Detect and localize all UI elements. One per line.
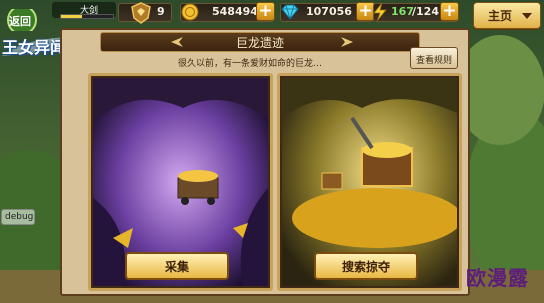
gather-label: 采集	[164, 260, 189, 274]
player-level: 9	[157, 5, 165, 18]
debug-button[interactable]: debug	[1, 209, 35, 225]
stamina-current: 167	[391, 5, 414, 18]
title-ornament-left-icon	[171, 37, 183, 47]
add-stamina-button[interactable]: +	[440, 2, 459, 21]
gather-card[interactable]: 采集	[88, 73, 273, 291]
search-plunder-button[interactable]: 搜索掠夺	[314, 252, 418, 280]
main-menu-button[interactable]: 主页	[473, 2, 541, 29]
title-ornament-right-icon	[341, 37, 353, 47]
view-rules-label: 查看规则	[416, 56, 453, 66]
watermark: 欧漫露	[466, 266, 529, 290]
panel-subtitle: 很久以前，有一条爱财如命的巨龙…	[178, 59, 323, 69]
diamond-amount: 107056	[306, 5, 352, 18]
search-plunder-label: 搜索掠夺	[341, 260, 390, 274]
rank-shield-icon	[131, 2, 151, 24]
back-label: 返回	[9, 15, 31, 28]
chevron-down-icon	[522, 13, 532, 19]
diamond-icon	[281, 4, 299, 20]
exp-bar-fill	[61, 15, 82, 18]
gold-coin-icon	[181, 3, 199, 21]
stamina-max: /124	[412, 5, 439, 18]
plunder-card[interactable]: 搜索掠夺	[277, 73, 462, 291]
debug-label: debug	[5, 212, 34, 222]
stamina-bolt-icon	[373, 2, 387, 22]
exp-bar	[60, 14, 114, 19]
gather-button[interactable]: 采集	[125, 252, 229, 280]
add-gold-button[interactable]: +	[256, 2, 275, 21]
view-rules-button[interactable]: 查看规则	[410, 47, 458, 69]
main-menu-label: 主页	[488, 9, 513, 23]
panel-title: 巨龙遗迹	[236, 36, 285, 50]
